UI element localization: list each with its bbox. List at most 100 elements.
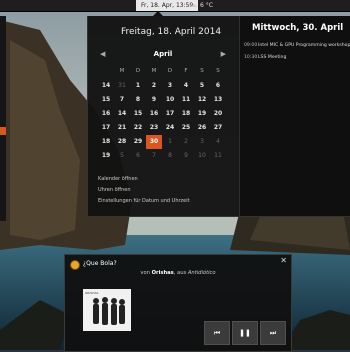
calendar-day[interactable]: 24 <box>162 121 178 135</box>
weather-temp: 6 °C <box>200 2 213 9</box>
calendar-week-row: 18 28 29 30 1 2 3 4 <box>98 135 226 149</box>
next-icon: ⏭ <box>269 328 277 337</box>
calendar-day[interactable]: 20 <box>210 107 226 121</box>
event-time: 10:30 <box>244 55 258 60</box>
event-item[interactable]: 10:30 LSS Meeting <box>244 52 350 64</box>
calendar-week-row: 14 31 1 2 3 4 5 6 <box>98 79 226 93</box>
calendar-day[interactable]: 22 <box>130 121 146 135</box>
week-number: 18 <box>101 138 111 145</box>
calendar-day[interactable]: 7 <box>114 93 130 107</box>
calendar-day[interactable]: 9 <box>146 93 162 107</box>
track-info: von Orishas, aus Antidiótico <box>65 270 291 276</box>
previous-button[interactable]: ⏮ <box>204 321 230 345</box>
open-clocks-link[interactable]: Uhren öffnen <box>98 185 190 196</box>
agenda-title: Mittwoch, 30. April <box>252 23 344 33</box>
artist-name: Orishas <box>151 270 174 276</box>
by-label: von <box>140 270 150 276</box>
top-bar: Fr, 18. Apr, 13:59 ☁ 6 °C <box>0 0 350 12</box>
calendar-day[interactable]: 27 <box>210 121 226 135</box>
calendar-day[interactable]: 25 <box>178 121 194 135</box>
calendar-day[interactable]: 3 <box>194 135 210 149</box>
calendar-day[interactable]: 19 <box>194 107 210 121</box>
calendar-day[interactable]: 15 <box>130 107 146 121</box>
week-number: 17 <box>101 124 111 131</box>
side-panel-accent <box>0 127 6 135</box>
calendar-links: Kalender öffnen Uhren öffnen Einstellung… <box>98 174 190 207</box>
weekday-label: D <box>135 68 141 74</box>
calendar-day[interactable]: 5 <box>114 149 130 163</box>
calendar-day[interactable]: 11 <box>210 149 226 163</box>
calendar-week-row: 17 21 22 23 24 25 26 27 <box>98 121 226 135</box>
event-item[interactable]: 09:00 Intel MIC & GPU Programming worksh… <box>244 40 350 52</box>
close-icon[interactable]: ✕ <box>280 256 287 265</box>
calendar-day[interactable]: 4 <box>210 135 226 149</box>
calendar-week-row: 15 7 8 9 10 11 12 13 <box>98 93 226 107</box>
calendar-day[interactable]: 2 <box>146 79 162 93</box>
week-number: 15 <box>101 96 111 103</box>
calendar-day[interactable]: 1 <box>130 79 146 93</box>
weekday-header: M D M D F S S <box>98 68 226 74</box>
album-art-image <box>93 297 125 325</box>
calendar-day[interactable]: 23 <box>146 121 162 135</box>
weekday-label: D <box>167 68 173 74</box>
calendar-day[interactable]: 21 <box>114 121 130 135</box>
pause-button[interactable]: ❚❚ <box>232 321 258 345</box>
week-number: 16 <box>101 110 111 117</box>
calendar-day[interactable]: 6 <box>130 149 146 163</box>
calendar-day[interactable]: 3 <box>162 79 178 93</box>
calendar-day[interactable]: 10 <box>194 149 210 163</box>
album-art-text: ORISHAS <box>85 291 99 295</box>
pause-icon: ❚❚ <box>239 329 251 337</box>
open-calendar-link[interactable]: Kalender öffnen <box>98 174 190 185</box>
calendar-day-selected[interactable]: 30 <box>146 135 162 149</box>
playback-controls: ⏮ ❚❚ ⏭ <box>204 321 286 345</box>
calendar-day[interactable]: 4 <box>178 79 194 93</box>
weekday-label: F <box>184 68 188 74</box>
music-player-icon <box>70 260 80 270</box>
music-notification[interactable]: ¿Que Bola? ✕ von Orishas, aus Antidiótic… <box>64 254 292 352</box>
week-number: 14 <box>101 82 111 89</box>
event-title: Intel MIC & GPU Programming workshop <box>258 43 350 48</box>
calendar-day[interactable]: 5 <box>194 79 210 93</box>
next-button[interactable]: ⏭ <box>260 321 286 345</box>
calendar-day[interactable]: 14 <box>114 107 130 121</box>
calendar-day[interactable]: 10 <box>162 93 178 107</box>
month-header: ◀ April ▶ <box>98 50 228 60</box>
week-number-header <box>98 68 114 74</box>
calendar-day[interactable]: 26 <box>194 121 210 135</box>
weekday-label: M <box>151 68 157 74</box>
side-panel-edge <box>0 16 6 221</box>
calendar-day[interactable]: 29 <box>130 135 146 149</box>
calendar-day[interactable]: 17 <box>162 107 178 121</box>
event-time: 09:00 <box>244 43 258 48</box>
calendar-day[interactable]: 11 <box>178 93 194 107</box>
calendar-day[interactable]: 1 <box>162 135 178 149</box>
month-label: April <box>153 50 173 58</box>
calendar-day[interactable]: 7 <box>146 149 162 163</box>
calendar-day[interactable]: 8 <box>162 149 178 163</box>
weekday-label: S <box>216 68 220 74</box>
agenda-column: Mittwoch, 30. April 09:00 Intel MIC & GP… <box>240 16 350 216</box>
calendar-day[interactable]: 6 <box>210 79 226 93</box>
weekday-label: M <box>119 68 125 74</box>
calendar-day[interactable]: 12 <box>194 93 210 107</box>
calendar-day[interactable]: 2 <box>178 135 194 149</box>
calendar-day[interactable]: 8 <box>130 93 146 107</box>
weather-indicator[interactable]: ☁ 6 °C <box>190 0 213 11</box>
calendar-day[interactable]: 9 <box>178 149 194 163</box>
next-month-button[interactable]: ▶ <box>221 50 226 58</box>
calendar-day[interactable]: 31 <box>114 79 130 93</box>
calendar-day[interactable]: 13 <box>210 93 226 107</box>
album-art: ORISHAS <box>83 289 131 331</box>
clock-button[interactable]: Fr, 18. Apr, 13:59 <box>136 0 199 11</box>
calendar-week-row: 19 5 6 7 8 9 10 11 <box>98 149 226 163</box>
calendar-day[interactable]: 18 <box>178 107 194 121</box>
date-title: Freitag, 18. April 2014 <box>121 27 222 37</box>
calendar-popup: Freitag, 18. April 2014 ◀ April ▶ M D M … <box>87 16 350 217</box>
calendar-day[interactable]: 28 <box>114 135 130 149</box>
calendar-grid: 14 31 1 2 3 4 5 6 15 7 8 9 10 11 12 13 16 14 15 16 17 18 19 20 1… <box>98 79 226 163</box>
weekday-label: S <box>200 68 204 74</box>
date-time-settings-link[interactable]: Einstellungen für Datum und Uhrzeit <box>98 196 190 207</box>
calendar-day[interactable]: 16 <box>146 107 162 121</box>
album-name: Antidiótico <box>187 270 216 276</box>
